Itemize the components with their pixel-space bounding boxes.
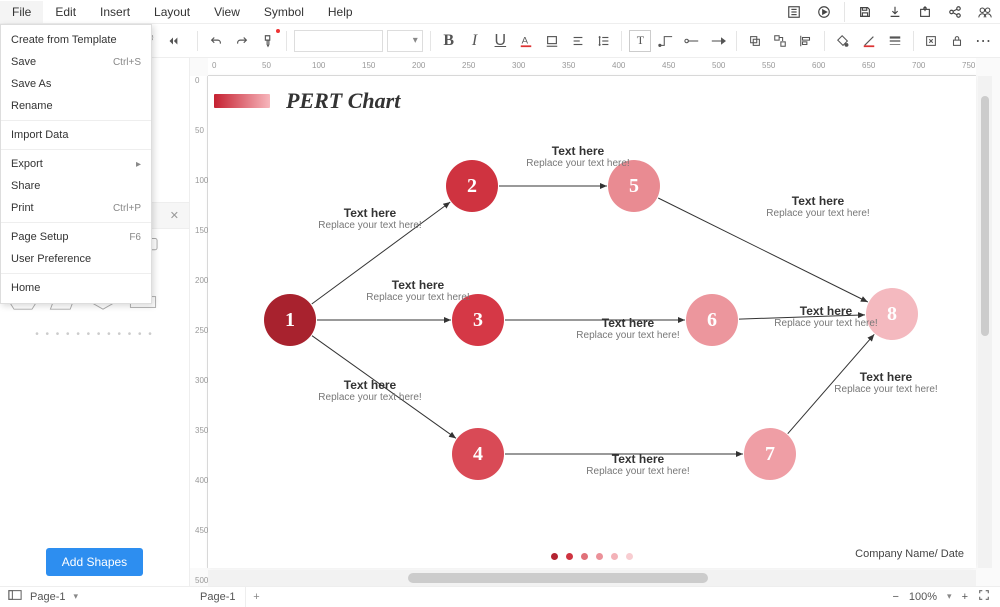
- file-menu-print[interactable]: PrintCtrl+P: [1, 197, 151, 219]
- edge-label[interactable]: Text hereReplace your text here!: [348, 278, 488, 303]
- menu-file[interactable]: File: [0, 1, 43, 23]
- line-color-icon[interactable]: [858, 30, 880, 52]
- text-tool-icon[interactable]: T: [629, 30, 651, 52]
- fullscreen-icon[interactable]: [978, 589, 990, 604]
- edge-label[interactable]: Text hereReplace your text here!: [748, 194, 888, 219]
- zoom-dropdown-icon[interactable]: ▾: [947, 591, 952, 602]
- bold-icon[interactable]: B: [438, 30, 460, 52]
- add-shapes-button[interactable]: Add Shapes: [46, 548, 143, 576]
- collapse-icon[interactable]: [162, 30, 184, 52]
- more-indicator: • • • • • • • • • • • •: [8, 321, 181, 348]
- file-menu-save[interactable]: SaveCtrl+S: [1, 51, 151, 73]
- fill-color-icon[interactable]: [832, 30, 854, 52]
- edge-label[interactable]: Text hereReplace your text here!: [568, 452, 708, 477]
- export-icon[interactable]: [915, 2, 935, 22]
- align-icon[interactable]: [567, 30, 589, 52]
- undo-icon[interactable]: [205, 30, 227, 52]
- close-icon[interactable]: ✕: [170, 209, 179, 222]
- clear-format-icon[interactable]: [921, 30, 943, 52]
- align-objects-icon[interactable]: [795, 30, 817, 52]
- play-icon[interactable]: [814, 2, 834, 22]
- save-icon[interactable]: [855, 2, 875, 22]
- edge-label[interactable]: Text hereReplace your text here!: [300, 206, 440, 231]
- zoom-in-button[interactable]: +: [962, 591, 968, 603]
- list-icon[interactable]: [784, 2, 804, 22]
- file-menu-share[interactable]: Share: [1, 175, 151, 197]
- statusbar: Page-1 ▾ Page-1 + − 100% ▾ +: [0, 586, 1000, 606]
- redo-icon[interactable]: [231, 30, 253, 52]
- download-icon[interactable]: [885, 2, 905, 22]
- format-painter-icon[interactable]: [257, 30, 279, 52]
- file-menu-page-setup[interactable]: Page SetupF6: [1, 226, 151, 248]
- group-icon[interactable]: [770, 30, 792, 52]
- horizontal-ruler: 0501001502002503003504004505005506006507…: [208, 58, 976, 76]
- font-color-icon[interactable]: A: [515, 30, 537, 52]
- users-icon[interactable]: [975, 2, 995, 22]
- connector-icon[interactable]: [655, 30, 677, 52]
- line-style-icon[interactable]: [884, 30, 906, 52]
- highlight-icon[interactable]: [541, 30, 563, 52]
- font-size-select[interactable]: ▾: [387, 30, 423, 52]
- file-menu-save-as[interactable]: Save As: [1, 73, 151, 95]
- file-menu-user-preference[interactable]: User Preference: [1, 248, 151, 270]
- line-start-icon[interactable]: [681, 30, 703, 52]
- file-menu-home[interactable]: Home: [1, 277, 151, 299]
- menu-layout[interactable]: Layout: [142, 1, 202, 23]
- edge-label[interactable]: Text hereReplace your text here!: [300, 378, 440, 403]
- share-icon[interactable]: [945, 2, 965, 22]
- edge-label[interactable]: Text hereReplace your text here!: [756, 304, 896, 329]
- add-page-button[interactable]: +: [246, 591, 266, 603]
- file-menu-dropdown: Create from TemplateSaveCtrl+SSave AsRen…: [0, 24, 152, 304]
- menu-insert[interactable]: Insert: [88, 1, 142, 23]
- pages-icon[interactable]: [8, 589, 22, 604]
- pert-node-1[interactable]: 1: [264, 294, 316, 346]
- pert-node-2[interactable]: 2: [446, 160, 498, 212]
- italic-icon[interactable]: I: [464, 30, 486, 52]
- footer-dots: [551, 553, 633, 560]
- zoom-out-button[interactable]: −: [892, 591, 898, 603]
- menu-view[interactable]: View: [202, 1, 252, 23]
- line-spacing-icon[interactable]: [593, 30, 615, 52]
- canvas-area: 0501001502002503003504004505005506006507…: [190, 58, 1000, 586]
- menubar: FileEditInsertLayoutViewSymbolHelp: [0, 0, 1000, 24]
- canvas[interactable]: PERT Chart Company Name/ Date 12536847Te…: [208, 76, 976, 568]
- title-accent: [214, 94, 270, 108]
- page-tab[interactable]: Page-1: [190, 587, 246, 607]
- underline-icon[interactable]: U: [489, 30, 511, 52]
- current-page[interactable]: Page-1: [30, 591, 65, 603]
- menu-symbol[interactable]: Symbol: [252, 1, 316, 23]
- vertical-ruler: 050100150200250300350400450500: [190, 76, 208, 568]
- file-menu-create-from-template[interactable]: Create from Template: [1, 29, 151, 51]
- menu-help[interactable]: Help: [316, 1, 365, 23]
- page-dropdown-icon[interactable]: ▾: [73, 591, 78, 602]
- horizontal-scrollbar[interactable]: [208, 570, 976, 586]
- to-front-icon[interactable]: [744, 30, 766, 52]
- edge-label[interactable]: Text hereReplace your text here!: [816, 370, 956, 395]
- pert-node-7[interactable]: 7: [744, 428, 796, 480]
- font-family-select[interactable]: [294, 30, 383, 52]
- edge-label[interactable]: Text hereReplace your text here!: [558, 316, 698, 341]
- lock-icon[interactable]: [946, 30, 968, 52]
- line-end-icon[interactable]: [707, 30, 729, 52]
- edge-label[interactable]: Text hereReplace your text here!: [508, 144, 648, 169]
- file-menu-export[interactable]: Export▸: [1, 153, 151, 175]
- menu-edit[interactable]: Edit: [43, 1, 88, 23]
- more-icon[interactable]: ⋯: [972, 30, 994, 52]
- company-footer: Company Name/ Date: [855, 548, 964, 560]
- pert-node-4[interactable]: 4: [452, 428, 504, 480]
- svg-text:A: A: [522, 35, 529, 46]
- file-menu-import-data[interactable]: Import Data: [1, 124, 151, 146]
- zoom-level: 100%: [909, 591, 937, 603]
- chart-title: PERT Chart: [286, 88, 400, 114]
- vertical-scrollbar[interactable]: [978, 76, 992, 568]
- file-menu-rename[interactable]: Rename: [1, 95, 151, 117]
